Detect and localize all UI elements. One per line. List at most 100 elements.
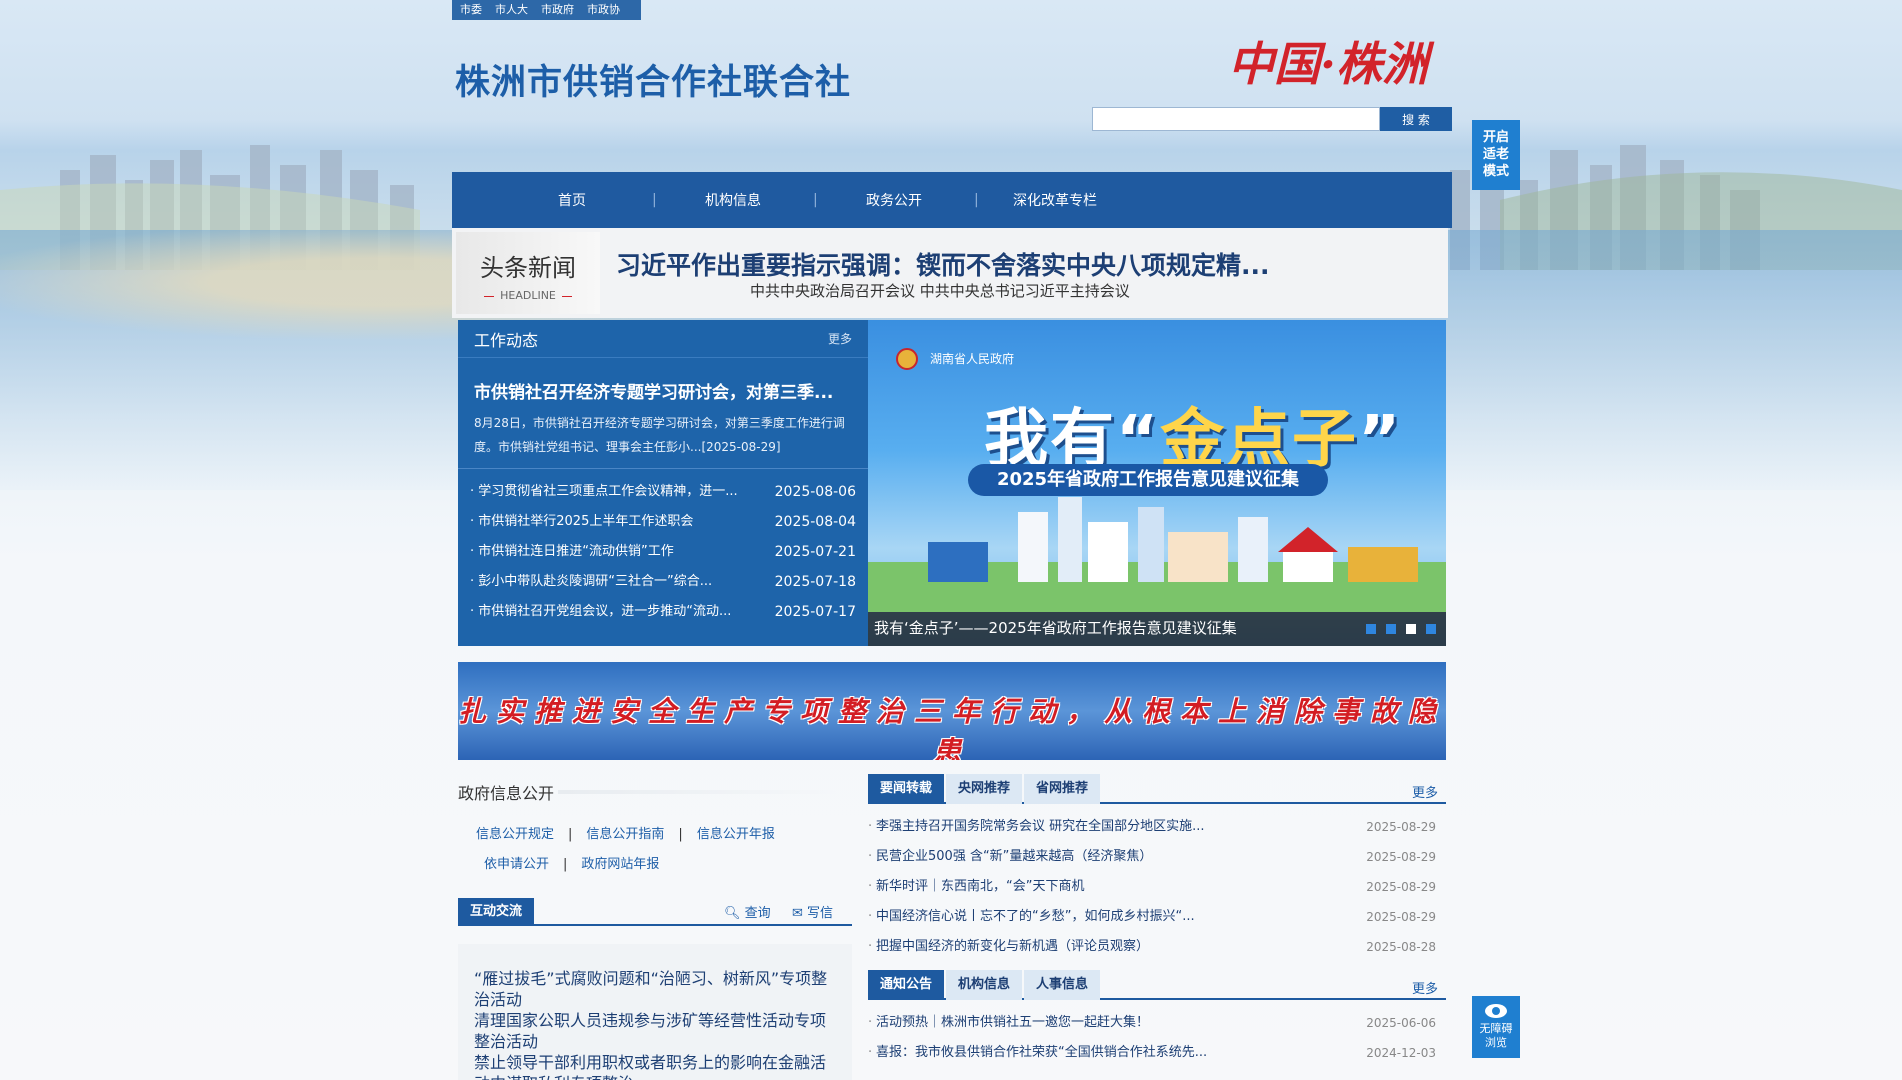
news-date: 2025-08-29 xyxy=(1366,910,1436,924)
safety-banner-text: 扎实推进安全生产专项整治三年行动，从根本上消除事故隐患 xyxy=(458,695,1446,760)
news-title[interactable]: 新华时评｜东西南北，“会”天下商机 xyxy=(868,872,1268,902)
accessibility-label: 无障碍浏览 xyxy=(1479,1022,1513,1049)
national-emblem-icon xyxy=(896,348,918,370)
list-item[interactable]: · 市供销社召开党组会议，进一步推动“流动... 2025-07-17 xyxy=(470,597,856,627)
news-date: 2025-08-29 xyxy=(1366,850,1436,864)
query-button[interactable]: 🔍︎ 查询 xyxy=(724,902,771,921)
headline-subtitle-link[interactable]: 中共中央政治局召开会议 中共中央总书记习近平主持会议 xyxy=(750,280,1130,301)
list-item-title[interactable]: · 市供销社召开党组会议，进一步推动“流动... xyxy=(470,597,770,627)
news-title[interactable]: 把握中国经济的新变化与新机遇（评论员观察） xyxy=(868,932,1268,962)
news-title[interactable]: 李强主持召开国务院常务会议 研究在全国部分地区实施... xyxy=(868,812,1268,842)
table-row[interactable]: 民营企业500强 含“新”量越来越高（经济聚焦） 2025-08-29 xyxy=(868,842,1446,872)
work-feature-title-link[interactable]: 市供销社召开经济专题学习研讨会，对第三季... xyxy=(458,358,868,403)
gov-link-disclosure-rules[interactable]: 信息公开规定 xyxy=(476,820,554,850)
list-item[interactable]: · 学习贯彻省社三项重点工作会议精神，进一... 2025-08-06 xyxy=(470,477,856,507)
news-tabs-block: 要闻转载 央网推荐 省网推荐 更多 李强主持召开国务院常务会议 研究在全国部分地… xyxy=(868,774,1446,962)
list-item-title[interactable]: · 彭小中带队赴炎陵调研“三社合一”综合... xyxy=(470,567,770,597)
elder-mode-button[interactable]: 开启适老模式 xyxy=(1472,120,1520,190)
list-item-title[interactable]: · 市供销社连日推进“流动供销”工作 xyxy=(470,537,770,567)
notice-title[interactable]: 活动预热｜株洲市供销社五一邀您一起赶大集！ xyxy=(868,1008,1268,1038)
eye-icon xyxy=(1485,1004,1507,1018)
news-date: 2025-08-29 xyxy=(1366,880,1436,894)
slider-dot[interactable] xyxy=(1386,624,1396,634)
slider-dot[interactable] xyxy=(1366,624,1376,634)
news-title[interactable]: 中国经济信心说丨忘不了的“乡愁”，如何成乡村振兴“... xyxy=(868,902,1268,932)
headline-label: 头条新闻 HEADLINE xyxy=(456,232,600,314)
accessibility-button[interactable]: 无障碍浏览 xyxy=(1472,996,1520,1058)
top-link-cppcc[interactable]: 市政协 xyxy=(587,0,620,20)
tab-news-reprint[interactable]: 要闻转载 xyxy=(868,774,944,804)
write-label: 写信 xyxy=(807,906,834,921)
tab-notices[interactable]: 通知公告 xyxy=(868,970,944,1000)
table-row[interactable]: 李强主持召开国务院常务会议 研究在全国部分地区实施... 2025-08-29 xyxy=(868,812,1446,842)
interaction-header: 互动交流 🔍︎ 查询 ✉ 写信 xyxy=(458,898,852,926)
tab-personnel-info[interactable]: 人事信息 xyxy=(1024,970,1100,1000)
work-news-panel: 工作动态 更多 市供销社召开经济专题学习研讨会，对第三季... 8月28日，市供… xyxy=(458,320,868,646)
news-title[interactable]: 民营企业500强 含“新”量越来越高（经济聚焦） xyxy=(868,842,1268,872)
table-row[interactable]: 中国经济信心说丨忘不了的“乡愁”，如何成乡村振兴“... 2025-08-29 xyxy=(868,902,1446,932)
gov-link-annual-report[interactable]: 信息公开年报 xyxy=(697,820,775,850)
work-feature-summary: 8月28日，市供销社召开经济专题学习研讨会，对第三季度工作进行调度。市供销社党组… xyxy=(458,403,868,469)
work-news-header: 工作动态 更多 xyxy=(458,320,868,358)
main-nav: 首页 | 机构信息 | 政务公开 | 深化改革专栏 xyxy=(452,172,1452,228)
table-row[interactable]: 把握中国经济的新变化与新机遇（评论员观察） 2025-08-28 xyxy=(868,932,1446,962)
tab-central-recommend[interactable]: 央网推荐 xyxy=(946,774,1022,804)
tab-interaction[interactable]: 互动交流 xyxy=(458,898,534,926)
top-link-government[interactable]: 市政府 xyxy=(541,0,574,20)
list-item[interactable]: 禁止领导干部利用职权或者职务上的影响在金融活动中谋取私利专项整治 xyxy=(458,1052,852,1080)
tab-org-info[interactable]: 机构信息 xyxy=(946,970,1022,1000)
notice-date: 2025-06-06 xyxy=(1366,1016,1436,1030)
headline-label-cn: 头条新闻 xyxy=(480,254,576,282)
list-item-date: 2025-07-18 xyxy=(774,574,856,590)
slider-headline-part: ” xyxy=(1358,403,1403,477)
headline-title-link[interactable]: 习近平作出重要指示强调：锲而不舍落实中央八项规定精... xyxy=(616,246,1270,282)
slider-caption-link[interactable]: 我有‘金点子’——2025年省政府工作报告意见建议征集 xyxy=(874,617,1237,638)
list-item[interactable]: · 市供销社举行2025上半年工作述职会 2025-08-04 xyxy=(470,507,856,537)
top-link-party-committee[interactable]: 市委 xyxy=(460,0,482,20)
table-row[interactable]: 新华时评｜东西南北，“会”天下商机 2025-08-29 xyxy=(868,872,1446,902)
tab-province-recommend[interactable]: 省网推荐 xyxy=(1024,774,1100,804)
divider: | xyxy=(568,827,573,842)
city-logo: 中国·株洲 xyxy=(1228,37,1429,91)
list-item-date: 2025-08-04 xyxy=(774,514,856,530)
list-item-title[interactable]: · 学习贯彻省社三项重点工作会议精神，进一... xyxy=(470,477,770,507)
site-title: 株洲市供销合作社联合社 xyxy=(455,63,852,103)
image-slider[interactable]: 湖南省人民政府 我有“金点子” 2025年省政府工作报告意见建议征集 我有‘金点… xyxy=(868,320,1446,646)
work-news-more-link[interactable]: 更多 xyxy=(828,330,852,347)
news-date: 2025-08-28 xyxy=(1366,940,1436,954)
divider: | xyxy=(563,857,568,872)
list-item[interactable]: · 市供销社连日推进“流动供销”工作 2025-07-21 xyxy=(470,537,856,567)
work-news-title: 工作动态 xyxy=(474,330,539,350)
list-item[interactable]: · 彭小中带队赴炎陵调研“三社合一”综合... 2025-07-18 xyxy=(470,567,856,597)
nav-item-gov-affairs[interactable]: 政务公开 xyxy=(814,190,974,210)
list-item[interactable]: “雁过拔毛”式腐败问题和“治陋习、树新风”专项整治活动 xyxy=(458,968,852,1010)
table-row[interactable]: 喜报：我市攸县供销合作社荣获“全国供销合作社系统先... 2024-12-03 xyxy=(868,1038,1446,1068)
write-letter-button[interactable]: ✉ 写信 xyxy=(792,902,833,921)
slider-city-illustration xyxy=(868,497,1446,612)
news-list: 李强主持召开国务院常务会议 研究在全国部分地区实施... 2025-08-29 民… xyxy=(868,804,1446,962)
nav-item-home[interactable]: 首页 xyxy=(492,190,652,210)
list-item-title[interactable]: · 市供销社举行2025上半年工作述职会 xyxy=(470,507,770,537)
search-icon: 🔍︎ xyxy=(724,906,741,921)
notice-list: 活动预热｜株洲市供销社五一邀您一起赶大集！ 2025-06-06 喜报：我市攸县供… xyxy=(868,1000,1446,1068)
news-more-link[interactable]: 更多 xyxy=(1412,782,1438,801)
search-input[interactable] xyxy=(1092,107,1380,131)
top-link-peoples-congress[interactable]: 市人大 xyxy=(495,0,528,20)
gov-link-on-request[interactable]: 依申请公开 xyxy=(484,850,549,880)
slider-dot-active[interactable] xyxy=(1406,624,1416,634)
notice-more-link[interactable]: 更多 xyxy=(1412,978,1438,997)
gov-link-website-report[interactable]: 政府网站年报 xyxy=(581,850,659,880)
slider-gov-name: 湖南省人民政府 xyxy=(930,352,1015,366)
work-news-list: · 学习贯彻省社三项重点工作会议精神，进一... 2025-08-06 · 市供… xyxy=(458,469,868,627)
slider-dot[interactable] xyxy=(1426,624,1436,634)
table-row[interactable]: 活动预热｜株洲市供销社五一邀您一起赶大集！ 2025-06-06 xyxy=(868,1008,1446,1038)
search-button[interactable]: 搜 索 xyxy=(1380,107,1452,131)
headline-section: 头条新闻 HEADLINE 习近平作出重要指示强调：锲而不舍落实中央八项规定精.… xyxy=(452,228,1448,318)
nav-item-reform-column[interactable]: 深化改革专栏 xyxy=(975,190,1135,210)
notice-title[interactable]: 喜报：我市攸县供销合作社荣获“全国供销合作社系统先... xyxy=(868,1038,1268,1068)
list-item[interactable]: 清理国家公职人员违规参与涉矿等经营性活动专项整治活动 xyxy=(458,1010,852,1052)
notice-tab-row: 通知公告 机构信息 人事信息 更多 xyxy=(868,970,1446,1000)
gov-link-disclosure-guide[interactable]: 信息公开指南 xyxy=(586,820,664,850)
nav-item-org-info[interactable]: 机构信息 xyxy=(653,190,813,210)
safety-campaign-banner[interactable]: 扎实推进安全生产专项整治三年行动，从根本上消除事故隐患 xyxy=(458,662,1446,760)
